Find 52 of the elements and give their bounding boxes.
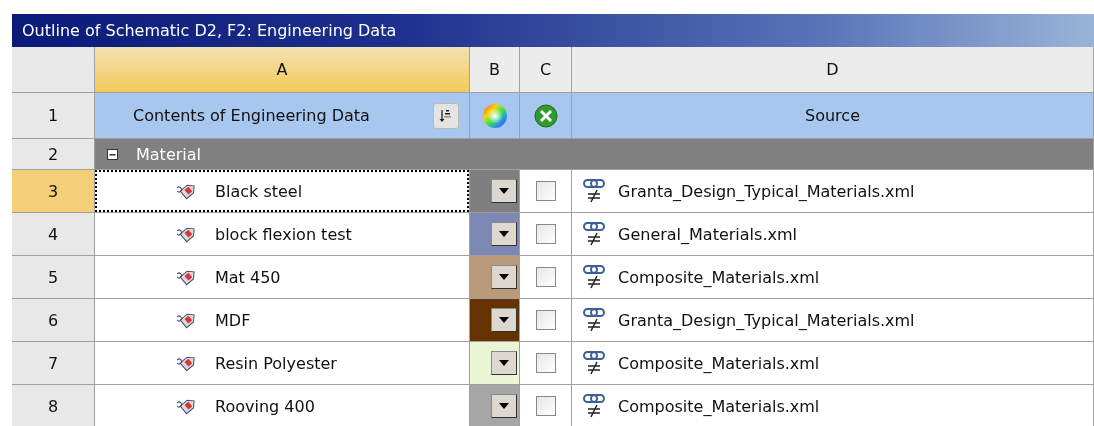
- column-title: Source: [805, 106, 860, 125]
- link-icon: [582, 221, 606, 247]
- row-number[interactable]: 5: [12, 256, 95, 299]
- window-title: Outline of Schematic D2, F2: Engineering Data: [12, 14, 1094, 47]
- material-name-cell[interactable]: Black steel: [95, 170, 469, 212]
- row-number[interactable]: 6: [12, 299, 95, 342]
- caret-icon: [499, 188, 509, 194]
- link-icon: [582, 307, 606, 333]
- link-icon: [582, 393, 606, 419]
- source-file: Granta_Design_Typical_Materials.xml: [618, 181, 915, 201]
- dropdown-button[interactable]: [491, 394, 517, 418]
- source-file: Granta_Design_Typical_Materials.xml: [618, 310, 915, 330]
- dropdown-button[interactable]: [491, 265, 517, 289]
- dropdown-button[interactable]: [491, 351, 517, 375]
- column-header[interactable]: C: [520, 47, 572, 93]
- sort-button[interactable]: [433, 102, 459, 129]
- collapse-toggle-icon[interactable]: [107, 148, 118, 160]
- color-wheel-icon: [481, 102, 508, 129]
- checkbox[interactable]: [535, 181, 556, 201]
- dropdown-button[interactable]: [491, 222, 517, 246]
- row-number: 1: [12, 93, 95, 139]
- column-title: Contents of Engineering Data: [133, 106, 371, 125]
- caret-icon: [499, 317, 509, 323]
- circle-x-icon: [533, 103, 558, 128]
- link-icon: [582, 178, 606, 204]
- checkbox[interactable]: [535, 224, 556, 244]
- row-number[interactable]: 7: [12, 342, 95, 385]
- caret-icon: [499, 231, 509, 237]
- source-file: Composite_Materials.xml: [618, 353, 820, 373]
- column-header[interactable]: D: [572, 47, 1094, 93]
- sort-icon: [439, 107, 453, 124]
- row-number[interactable]: 4: [12, 213, 95, 256]
- column-header[interactable]: B: [470, 47, 520, 93]
- source-file: Composite_Materials.xml: [618, 396, 820, 416]
- checkbox[interactable]: [535, 353, 556, 373]
- dropdown-button[interactable]: [491, 308, 517, 332]
- checkbox[interactable]: [535, 396, 556, 416]
- dropdown-button[interactable]: [491, 179, 517, 203]
- column-header[interactable]: A: [95, 47, 470, 93]
- row-number: 2: [12, 139, 95, 170]
- checkbox[interactable]: [535, 310, 556, 330]
- caret-icon: [499, 360, 509, 366]
- row-number[interactable]: 8: [12, 385, 95, 426]
- row-number[interactable]: 3: [12, 170, 95, 213]
- caret-icon: [499, 403, 509, 409]
- source-file: General_Materials.xml: [618, 224, 797, 244]
- link-icon: [582, 264, 606, 290]
- source-file: Composite_Materials.xml: [618, 267, 820, 287]
- group-label: Material: [136, 144, 201, 164]
- caret-icon: [499, 274, 509, 280]
- link-icon: [582, 350, 606, 376]
- checkbox[interactable]: [535, 267, 556, 287]
